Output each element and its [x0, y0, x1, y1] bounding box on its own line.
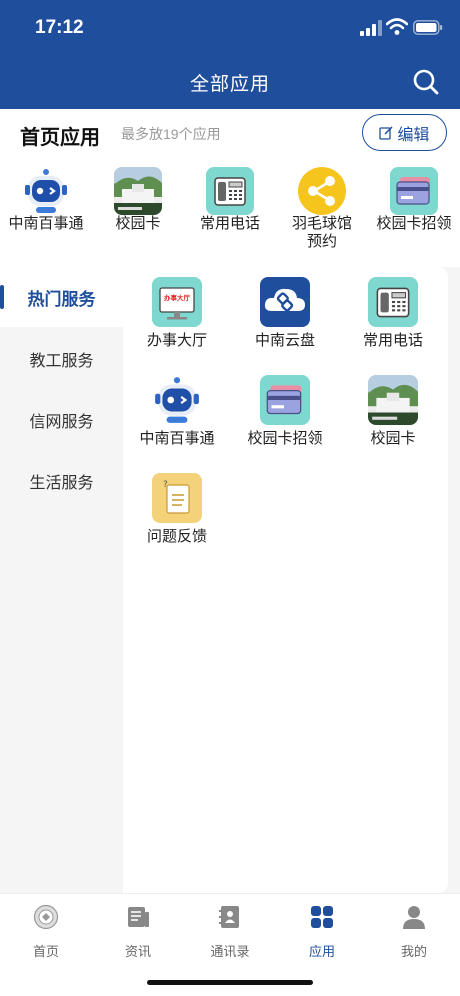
service-item[interactable]: 校园卡	[339, 375, 447, 448]
robot-icon	[152, 375, 202, 425]
search-icon[interactable]	[412, 68, 440, 96]
telephone-icon	[206, 167, 254, 215]
service-label: 校园卡	[370, 430, 416, 447]
home-app-label: 中南百事通	[8, 215, 84, 232]
home-app-label: 校园卡	[115, 215, 161, 232]
service-label: 校园卡招领	[247, 430, 323, 447]
office-hall-badge: 办事大厅	[164, 295, 190, 302]
service-label: 中南百事通	[139, 430, 215, 447]
card-icon	[390, 167, 438, 215]
home-logo-icon	[33, 904, 59, 930]
home-apps-section: 首页应用 最多放19个应用 编辑 中南百事通 校园卡 常用电话 羽毛球馆 预约 …	[0, 109, 460, 267]
tab-label: 资讯	[124, 944, 151, 959]
service-item[interactable]: 常用电话	[339, 277, 447, 350]
home-app-item[interactable]: 校园卡	[92, 167, 184, 233]
campus-photo-icon	[114, 167, 162, 215]
status-time: 17:12	[35, 17, 84, 38]
edit-button[interactable]: 编辑	[362, 114, 447, 151]
share-icon	[298, 167, 346, 215]
service-label: 中南云盘	[254, 332, 315, 349]
news-icon	[128, 907, 149, 927]
services-panel: 办事大厅 办事大厅 中南云盘 常用电话 中南百事通 校园卡招领 校园卡 ? 问题…	[123, 267, 448, 893]
service-label: 问题反馈	[146, 528, 207, 545]
menu-item-label: 热门服务	[27, 289, 96, 309]
tab-home[interactable]: 首页	[0, 904, 92, 960]
signal-icon	[360, 20, 382, 36]
home-indicator[interactable]	[147, 980, 313, 985]
menu-item-hot-services[interactable]: 热门服务	[0, 267, 123, 327]
contacts-icon	[219, 906, 239, 928]
campus-photo-icon	[368, 375, 418, 425]
home-app-label: 常用电话	[199, 215, 260, 232]
menu-item-label: 教工服务	[29, 353, 94, 370]
service-item[interactable]: ? 问题反馈	[123, 473, 231, 546]
battery-icon	[413, 20, 443, 35]
apps-grid-icon	[311, 906, 333, 928]
tab-label: 通讯录	[210, 944, 250, 959]
cloud-icon	[260, 277, 310, 327]
service-label: 办事大厅	[146, 332, 207, 349]
home-app-item[interactable]: 中南百事通	[0, 167, 92, 233]
service-item[interactable]: 中南云盘	[231, 277, 339, 350]
service-item[interactable]: 中南百事通	[123, 375, 231, 448]
feedback-icon: ?	[152, 473, 202, 523]
page-title: 全部应用	[189, 74, 270, 95]
service-label: 常用电话	[362, 332, 423, 349]
menu-item-label: 生活服务	[29, 475, 94, 492]
office-hall-icon: 办事大厅	[152, 277, 202, 327]
home-app-label: 校园卡招领	[376, 215, 452, 232]
robot-icon	[22, 167, 70, 215]
home-apps-limit: 最多放19个应用	[121, 126, 221, 142]
menu-active-indicator	[0, 285, 4, 309]
tab-contacts[interactable]: 通讯录	[184, 904, 276, 960]
tab-profile[interactable]: 我的	[368, 904, 460, 960]
status-bar: 17:12	[0, 0, 460, 54]
menu-item-life-services[interactable]: 生活服务	[0, 451, 123, 511]
edit-button-label: 编辑	[397, 126, 430, 144]
service-item[interactable]: 校园卡招领	[231, 375, 339, 448]
menu-item-network-services[interactable]: 信网服务	[0, 390, 123, 450]
edit-icon	[379, 125, 394, 140]
menu-item-staff-services[interactable]: 教工服务	[0, 329, 123, 389]
tab-apps[interactable]: 应用	[276, 904, 368, 960]
category-menu: 热门服务 教工服务 信网服务 生活服务	[0, 267, 123, 893]
wifi-icon	[386, 18, 408, 35]
home-app-label: 羽毛球馆 预约	[291, 215, 352, 250]
menu-item-label: 信网服务	[29, 414, 94, 431]
tab-label: 应用	[308, 944, 335, 959]
home-app-item[interactable]: 羽毛球馆 预约	[276, 167, 368, 251]
person-icon	[403, 906, 425, 929]
home-app-item[interactable]: 校园卡招领	[368, 167, 460, 233]
tab-news[interactable]: 资讯	[92, 904, 184, 960]
home-apps-title: 首页应用	[20, 127, 100, 149]
tab-label: 首页	[32, 944, 59, 959]
card-icon	[260, 375, 310, 425]
service-item[interactable]: 办事大厅 办事大厅	[123, 277, 231, 350]
header: 17:12 全部应用	[0, 0, 460, 109]
telephone-icon	[368, 277, 418, 327]
tab-label: 我的	[400, 944, 427, 959]
home-app-item[interactable]: 常用电话	[184, 167, 276, 233]
svg-text:?: ?	[163, 480, 168, 490]
